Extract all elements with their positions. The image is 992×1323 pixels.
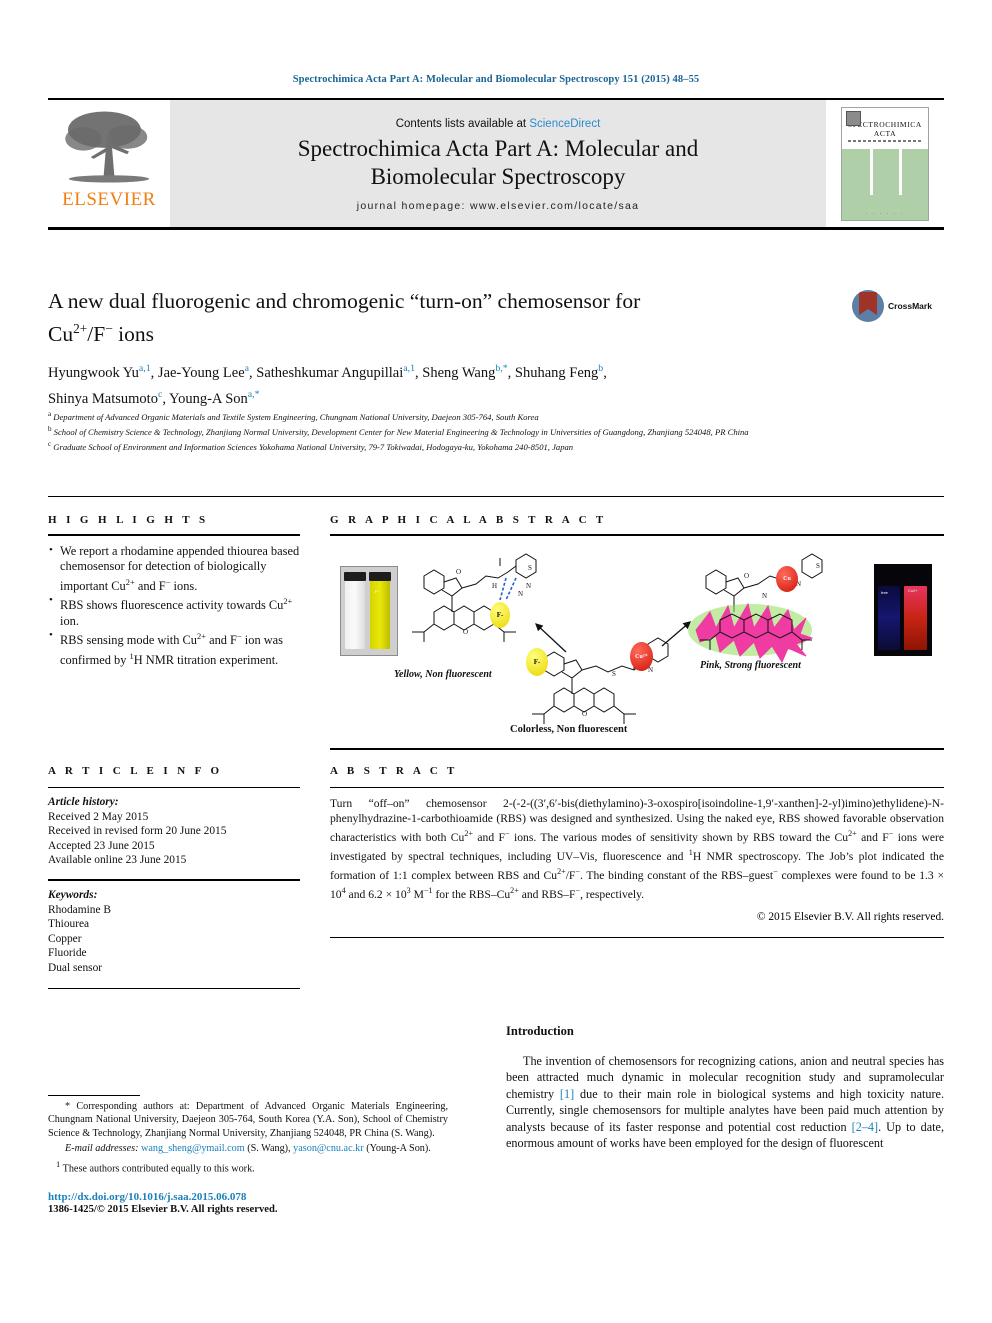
cover-logo-icon (846, 110, 861, 126)
highlights-section: H I G H L I G H T S We report a rhodamin… (48, 514, 300, 668)
running-head: Spectrochimica Acta Part A: Molecular an… (292, 74, 700, 85)
elsevier-tree-icon (65, 111, 150, 183)
introduction-heading: Introduction (506, 1024, 574, 1038)
caption-yellow: Yellow, Non fluorescent (394, 669, 492, 680)
email-note: E-mail addresses: wang_sheng@ymail.com (… (48, 1142, 448, 1155)
list-item: RBS shows fluorescence activity towards … (48, 593, 300, 629)
abstract-heading: A B S T R A C T (330, 765, 458, 777)
abstract-section: A B S T R A C T Turn “off–on” chemosenso… (330, 765, 944, 938)
cover-footer: · · · · · · (842, 211, 928, 220)
crossmark-badge-group[interactable]: CrossMark (852, 290, 932, 322)
elsevier-logo: ELSEVIER (48, 100, 170, 227)
svg-text:O: O (744, 572, 749, 580)
affiliation-list: a Department of Advanced Organic Materia… (48, 408, 938, 453)
svg-text:O: O (463, 628, 468, 636)
copper-ion-bubble-bound: Cu (776, 566, 798, 592)
journal-title: Spectrochimica Acta Part A: Molecular an… (298, 135, 698, 191)
corresponding-author-note: * Corresponding authors at: Department o… (48, 1101, 448, 1139)
caption-pink: Pink, Strong fluorescent (700, 660, 801, 671)
keyword-item: Fluoride (48, 947, 87, 960)
cover-subtitle-rule (848, 139, 922, 142)
svg-text:S: S (612, 670, 616, 678)
email-label: E-mail addresses: (65, 1143, 139, 1155)
svg-text:H: H (492, 582, 497, 590)
list-item: RBS sensing mode with Cu2+ and F− ion wa… (48, 628, 300, 668)
svg-text:N: N (526, 582, 531, 590)
author-list: Hyungwook Yua,1, Jae-Young Leea, Sathesh… (48, 363, 607, 407)
footnote-divider (48, 1095, 140, 1096)
article-title-line-1: A new dual fluorogenic and chromogenic “… (48, 289, 641, 313)
article-info-section: A R T I C L E I N F O Article history: R… (48, 765, 300, 989)
history-item: Received 2 May 2015 (48, 810, 149, 823)
journal-header: Contents lists available at ScienceDirec… (170, 100, 826, 227)
keyword-item: Thiourea (48, 918, 90, 931)
elsevier-wordmark: ELSEVIER (62, 189, 156, 210)
history-item: Available online 23 June 2015 (48, 854, 187, 867)
email-link-wang[interactable]: wang_sheng@ymail.com (141, 1143, 245, 1154)
keywords-label: Keywords: (48, 888, 98, 901)
highlights-list: We report a rhodamine appended thiourea … (48, 543, 300, 668)
keyword-item: Copper (48, 932, 82, 945)
highlights-heading: H I G H L I G H T S (48, 514, 209, 526)
email-owner-son: (Young-A Son). (366, 1143, 431, 1155)
journal-title-line-1: Spectrochimica Acta Part A: Molecular an… (297, 135, 699, 161)
caption-colorless: Colorless, Non fluorescent (510, 724, 628, 735)
svg-text:O: O (582, 710, 587, 718)
footnotes-section: * Corresponding authors at: Department o… (48, 1100, 448, 1215)
journal-article-page: Spectrochimica Acta Part A: Molecular an… (0, 0, 992, 1323)
history-item: Received in revised form 20 June 2015 (48, 825, 227, 838)
cover-image: SPECTROCHIMICA ACTA · · · · · · (841, 106, 929, 221)
email-link-son[interactable]: yason@cnu.ac.kr (293, 1143, 363, 1154)
history-item: Accepted 23 June 2015 (48, 839, 155, 852)
contents-prefix: Contents lists available at (395, 117, 530, 130)
cover-top: SPECTROCHIMICA ACTA (842, 107, 928, 149)
graphical-abstract-section: G R A P H I C A L A B S T R A C T free F… (330, 514, 944, 750)
affiliation-c: c Graduate School of Environment and Inf… (48, 440, 574, 452)
crossmark-icon (852, 290, 884, 322)
journal-masthead: ELSEVIER Contents lists available at Sci… (48, 98, 944, 230)
keyword-item: Dual sensor (48, 961, 103, 974)
contents-available-line: Contents lists available at ScienceDirec… (396, 118, 601, 130)
svg-text:S: S (816, 562, 820, 570)
introduction-section: Introduction The invention of chemosenso… (506, 1024, 944, 1151)
article-title: A new dual fluorogenic and chromogenic “… (48, 288, 848, 348)
email-owner-wang: (S. Wang), (247, 1143, 291, 1155)
article-history-label: Article history: (48, 796, 119, 808)
introduction-paragraph: The invention of chemosensors for recogn… (506, 1053, 944, 1151)
issn-copyright: 1386-1425/© 2015 Elsevier B.V. All right… (48, 1204, 278, 1216)
keywords-block: Keywords: Rhodamine B Thiourea Copper Fl… (48, 888, 300, 976)
reference-1[interactable]: [1] (560, 1087, 574, 1101)
affiliation-a: a Department of Advanced Organic Materia… (48, 410, 539, 422)
journal-title-line-2: Biomolecular Spectroscopy (370, 163, 626, 189)
article-info-heading: A R T I C L E I N F O (48, 765, 223, 777)
svg-text:S: S (528, 564, 532, 572)
copper-ion-bubble: Cu²⁺ (630, 642, 653, 671)
list-item: We report a rhodamine appended thiourea … (48, 543, 300, 594)
sciencedirect-link[interactable]: ScienceDirect (529, 118, 600, 130)
crossmark-label: CrossMark (888, 301, 932, 311)
journal-cover-thumbnail: SPECTROCHIMICA ACTA · · · · · · (826, 100, 944, 227)
svg-text:N: N (518, 590, 523, 598)
journal-homepage-link[interactable]: journal homepage: www.elsevier.com/locat… (357, 200, 640, 212)
fluoride-ion-bubble-bound: F- (490, 602, 510, 628)
keyword-item: Rhodamine B (48, 903, 111, 916)
abstract-copyright: © 2015 Elsevier B.V. All rights reserved… (756, 911, 944, 923)
graphical-abstract-figure: free F− free Cu2+ S N N H O O O S N S N … (330, 546, 944, 742)
doi-link[interactable]: http://dx.doi.org/10.1016/j.saa.2015.06.… (48, 1191, 448, 1203)
article-title-line-2: Cu2+/F− ions (48, 321, 154, 347)
equal-contribution-note: 1 These authors contributed equally to t… (56, 1158, 255, 1175)
graphical-abstract-heading: G R A P H I C A L A B S T R A C T (330, 514, 607, 526)
abstract-body: Turn “off–on” chemosensor 2-(-2-((3′,6′-… (330, 797, 945, 901)
page-title: A new dual fluorogenic and chromogenic “… (48, 288, 848, 348)
article-history: Article history: Received 2 May 2015 Rec… (48, 795, 300, 868)
cover-body (842, 148, 928, 212)
divider-above-highlights (48, 496, 944, 497)
affiliation-b: b School of Chemistry Science & Technolo… (48, 425, 749, 437)
reference-2-4[interactable]: [2–4] (852, 1120, 878, 1134)
fluoride-ion-bubble: F- (526, 648, 548, 676)
cover-title-line-2: ACTA (873, 128, 897, 138)
svg-text:N: N (762, 592, 767, 600)
svg-text:O: O (456, 568, 461, 576)
